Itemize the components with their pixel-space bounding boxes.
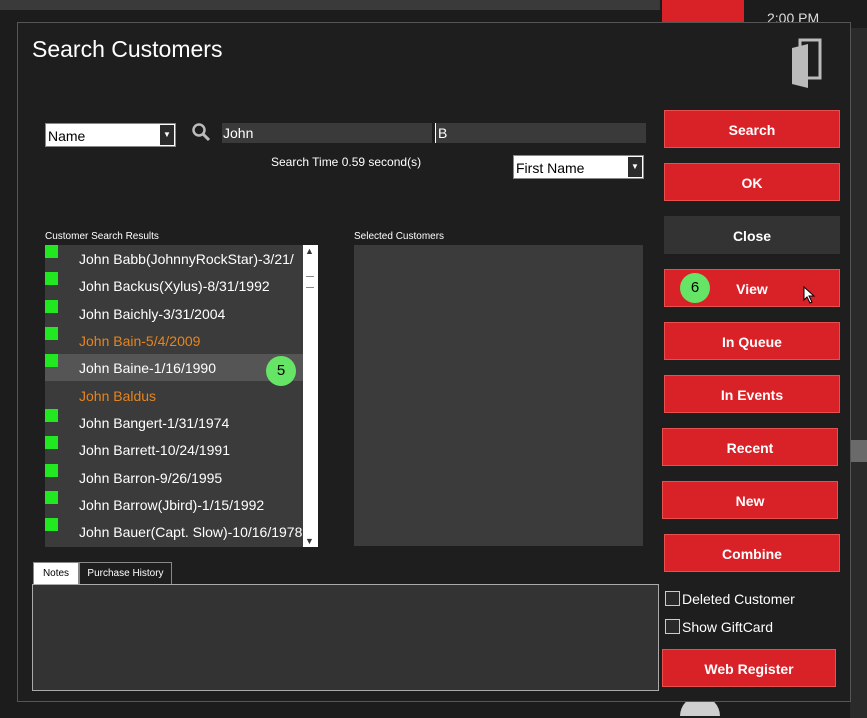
search-time-text: Search Time 0.59 second(s) <box>271 155 422 169</box>
customer-name: John Barron-9/26/1995 <box>79 470 223 486</box>
search-field-value: Name <box>48 128 86 144</box>
status-marker <box>45 464 58 477</box>
chevron-down-icon[interactable]: ▼ <box>628 157 642 177</box>
recent-button[interactable]: Recent <box>662 428 838 466</box>
customer-name: John Baine-1/16/1990 <box>79 360 216 376</box>
step-badge: 6 <box>680 273 710 303</box>
results-label: Customer Search Results <box>45 231 159 242</box>
show-giftcard-checkbox[interactable]: Show GiftCard <box>665 619 815 637</box>
tab-purchase-history[interactable]: Purchase History <box>79 562 172 584</box>
deleted-customer-checkbox[interactable]: Deleted Customer <box>665 591 815 609</box>
list-item[interactable]: John Baldus <box>45 382 303 409</box>
search-icon <box>192 123 211 142</box>
background-side-segment <box>850 440 867 462</box>
status-marker <box>45 518 58 531</box>
customer-name: John Baichly-3/31/2004 <box>79 306 226 322</box>
selected-customers-label: Selected Customers <box>354 231 445 242</box>
status-marker <box>45 354 58 367</box>
status-marker <box>45 300 58 313</box>
selected-customers-list[interactable] <box>354 245 643 546</box>
chevron-down-icon[interactable]: ▼ <box>160 125 174 145</box>
list-item[interactable]: John Barrow(Jbird)-1/15/1992 <box>45 491 303 518</box>
customer-name: John Barrett-10/24/1991 <box>79 442 230 458</box>
exit-door-icon[interactable] <box>790 38 824 90</box>
dialog-title: Search Customers <box>32 36 223 62</box>
status-marker <box>45 491 58 504</box>
scroll-up-icon[interactable]: ▲ <box>305 246 314 256</box>
list-item[interactable]: John Barrett-10/24/1991 <box>45 436 303 463</box>
customer-results-list[interactable]: John Babb(JohnnyRockStar)-3/21/ John Bac… <box>45 245 318 547</box>
scroll-down-icon[interactable]: ▼ <box>305 536 314 546</box>
customer-name: John Bangert-1/31/1974 <box>79 415 230 431</box>
customer-name: John Backus(Xylus)-8/31/1992 <box>79 278 270 294</box>
in-events-button[interactable]: In Events <box>664 375 840 413</box>
customer-name: John Babb(JohnnyRockStar)-3/21/ <box>79 251 294 267</box>
checkbox-label: Show GiftCard <box>682 619 774 635</box>
sort-by-value: First Name <box>516 160 585 176</box>
background-side-panel <box>850 28 867 718</box>
customer-name: John Barrow(Jbird)-1/15/1992 <box>79 497 265 513</box>
list-item[interactable]: John Barron-9/26/1995 <box>45 464 303 491</box>
status-marker <box>45 272 58 285</box>
last-name-input[interactable]: B <box>435 123 646 143</box>
search-field-select[interactable]: Name ▼ <box>45 123 176 147</box>
status-marker <box>45 327 58 340</box>
status-marker <box>45 436 58 449</box>
list-item[interactable]: John Baichly-3/31/2004 <box>45 300 303 327</box>
background-toolbar <box>0 0 660 10</box>
tab-notes[interactable]: Notes <box>33 562 79 584</box>
ok-button[interactable]: OK <box>664 163 840 201</box>
close-button[interactable]: Close <box>664 216 840 254</box>
web-register-button[interactable]: Web Register <box>662 649 836 687</box>
list-item[interactable]: John Backus(Xylus)-8/31/1992 <box>45 272 303 299</box>
mouse-pointer-icon <box>803 286 816 304</box>
status-marker <box>45 245 58 258</box>
checkbox-box[interactable] <box>665 591 680 606</box>
step-badge: 5 <box>266 356 296 386</box>
new-button[interactable]: New <box>662 481 838 519</box>
list-item[interactable]: John Bauer(Capt. Slow)-10/16/1978 <box>45 518 303 545</box>
status-marker <box>45 409 58 422</box>
customer-name: John Baldus <box>79 388 157 404</box>
list-item[interactable]: John Bangert-1/31/1974 <box>45 409 303 436</box>
sort-by-select[interactable]: First Name ▼ <box>513 155 644 179</box>
customer-name: John Bain-5/4/2009 <box>79 333 201 349</box>
list-item[interactable]: John Babb(JohnnyRockStar)-3/21/ <box>45 245 303 272</box>
list-item-selected[interactable]: John Baine-1/16/1990 <box>45 354 303 381</box>
search-button[interactable]: Search <box>664 110 840 148</box>
notes-area[interactable] <box>32 584 659 691</box>
combine-button[interactable]: Combine <box>664 534 840 572</box>
scrollbar-thumb[interactable] <box>306 276 314 288</box>
first-name-input[interactable]: John <box>222 123 432 143</box>
results-scrollbar[interactable]: ▲ ▼ <box>303 245 318 547</box>
in-queue-button[interactable]: In Queue <box>664 322 840 360</box>
customer-name: John Bauer(Capt. Slow)-10/16/1978 <box>79 524 303 540</box>
list-item[interactable]: John Bain-5/4/2009 <box>45 327 303 354</box>
checkbox-label: Deleted Customer <box>682 591 795 607</box>
checkbox-box[interactable] <box>665 619 680 634</box>
